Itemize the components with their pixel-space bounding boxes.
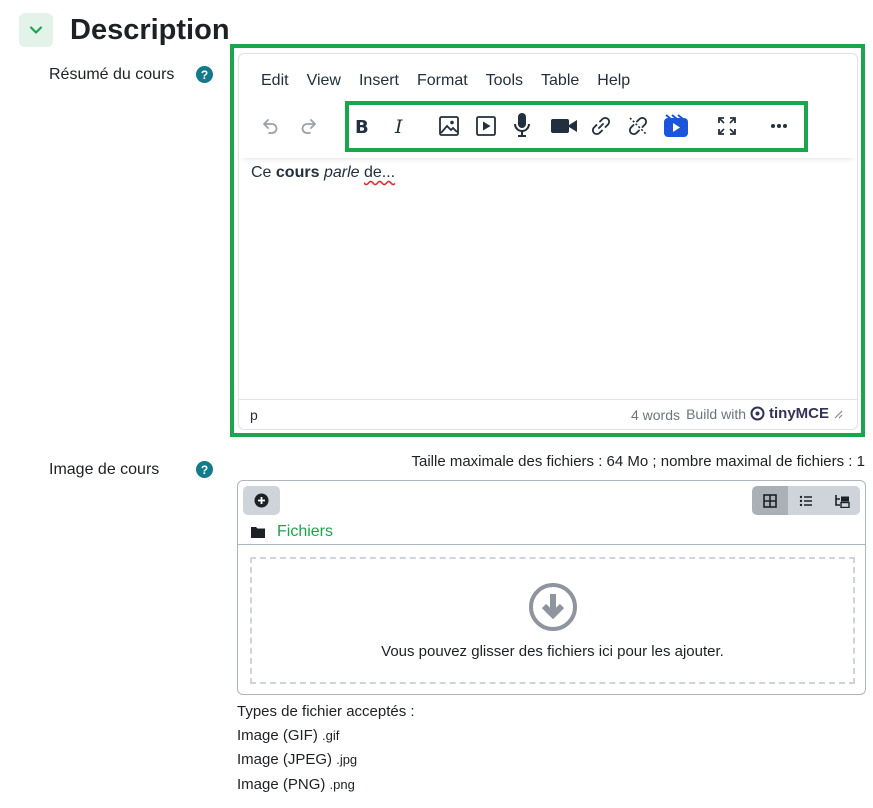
build-with-label: Build with [686, 405, 746, 422]
video-camera-icon [551, 119, 577, 133]
bold-icon: B [355, 117, 369, 136]
image-button[interactable] [434, 111, 464, 141]
editor-menubar: Edit View Insert Format Tools Table Help [239, 70, 630, 92]
word-count[interactable]: 4 words [631, 407, 680, 423]
chevron-down-icon [29, 26, 43, 34]
undo-icon [263, 119, 278, 134]
tinymce-logo-icon [750, 406, 765, 421]
file-type-name: Image (GIF) [237, 727, 318, 744]
menu-insert[interactable]: Insert [359, 70, 399, 92]
menu-view[interactable]: View [307, 70, 341, 92]
tinymce-brand: tinyMCE [769, 405, 829, 422]
menu-edit[interactable]: Edit [261, 70, 289, 92]
editor-highlight-frame: Edit View Insert Format Tools Table Help… [230, 44, 865, 437]
view-switcher [752, 486, 860, 515]
h5p-button[interactable] [661, 111, 691, 141]
undo-button[interactable] [255, 111, 285, 141]
help-icon[interactable]: ? [196, 66, 213, 83]
media-icon [476, 116, 496, 136]
rich-text-editor: Edit View Insert Format Tools Table Help… [238, 53, 858, 430]
file-type-name: Image (PNG) [237, 776, 326, 793]
file-type-ext: .png [329, 777, 355, 792]
max-size-info: Taille maximale des fichiers : 64 Mo ; n… [411, 453, 865, 470]
image-label: Image de cours [49, 461, 160, 478]
svg-text:B: B [355, 117, 369, 136]
more-button[interactable] [764, 111, 794, 141]
file-dropzone[interactable]: Vous pouvez glisser des fichiers ici pou… [250, 557, 855, 684]
content-misspelled: de... [363, 164, 396, 181]
fullscreen-icon [718, 117, 736, 135]
italic-icon: I [394, 116, 403, 136]
content-bold: cours [275, 164, 320, 181]
more-icon [771, 124, 787, 128]
editor-content[interactable]: Ce cours parle de... [251, 164, 395, 182]
media-button[interactable] [471, 111, 501, 141]
microphone-icon [514, 113, 530, 137]
divider [238, 544, 865, 545]
tree-icon [835, 494, 850, 508]
record-audio-button[interactable] [507, 110, 537, 140]
file-type-ext: .gif [322, 728, 340, 743]
section-title: Description [70, 14, 230, 46]
file-type-item: Image (GIF) .gif [237, 727, 339, 744]
view-icons-button[interactable] [752, 486, 788, 515]
file-type-item: Image (PNG) .png [237, 776, 355, 793]
bold-button[interactable]: B [346, 111, 376, 141]
h5p-icon [664, 114, 688, 137]
file-type-ext: .jpg [336, 752, 358, 767]
menu-help[interactable]: Help [597, 70, 630, 92]
section-collapse-toggle[interactable] [19, 13, 53, 47]
menu-format[interactable]: Format [417, 70, 468, 92]
download-arrow-icon [528, 583, 577, 631]
grid-icon [763, 493, 777, 508]
content-text: Ce [251, 164, 276, 181]
add-file-button[interactable] [243, 486, 280, 515]
file-type-item: Image (JPEG) .jpg [237, 751, 357, 768]
breadcrumb-files-link[interactable]: Fichiers [277, 523, 333, 541]
editor-statusbar: p 4 words Build with tinyMCE [239, 399, 857, 429]
file-picker: Fichiers Vous pouvez glisser des fichier… [237, 480, 866, 695]
folder-icon [251, 527, 265, 538]
resize-handle-icon[interactable] [833, 409, 843, 419]
redo-button[interactable] [294, 111, 324, 141]
build-with[interactable]: Build with tinyMCE [686, 405, 843, 422]
breadcrumb: Fichiers [251, 523, 333, 541]
dropzone-text: Vous pouvez glisser des fichiers ici pou… [381, 643, 724, 660]
link-button[interactable] [586, 111, 616, 141]
italic-button[interactable]: I [384, 111, 414, 141]
svg-text:I: I [394, 116, 403, 136]
help-icon[interactable]: ? [196, 461, 213, 478]
view-list-button[interactable] [788, 486, 824, 515]
summary-label: Résumé du cours [49, 66, 175, 83]
plus-circle-icon [254, 493, 269, 508]
image-icon [439, 116, 459, 136]
redo-icon [301, 119, 316, 134]
accepted-types-title: Types de fichier acceptés : [237, 703, 415, 720]
content-italic: parle [323, 164, 360, 181]
menu-tools[interactable]: Tools [486, 70, 523, 92]
fullscreen-button[interactable] [712, 111, 742, 141]
unlink-icon [628, 116, 648, 136]
view-tree-button[interactable] [824, 486, 860, 515]
unlink-button[interactable] [623, 111, 653, 141]
list-icon [799, 495, 812, 506]
link-icon [591, 116, 611, 136]
file-type-name: Image (JPEG) [237, 751, 333, 768]
menu-table[interactable]: Table [541, 70, 579, 92]
record-video-button[interactable] [549, 111, 579, 141]
element-path[interactable]: p [250, 407, 258, 423]
